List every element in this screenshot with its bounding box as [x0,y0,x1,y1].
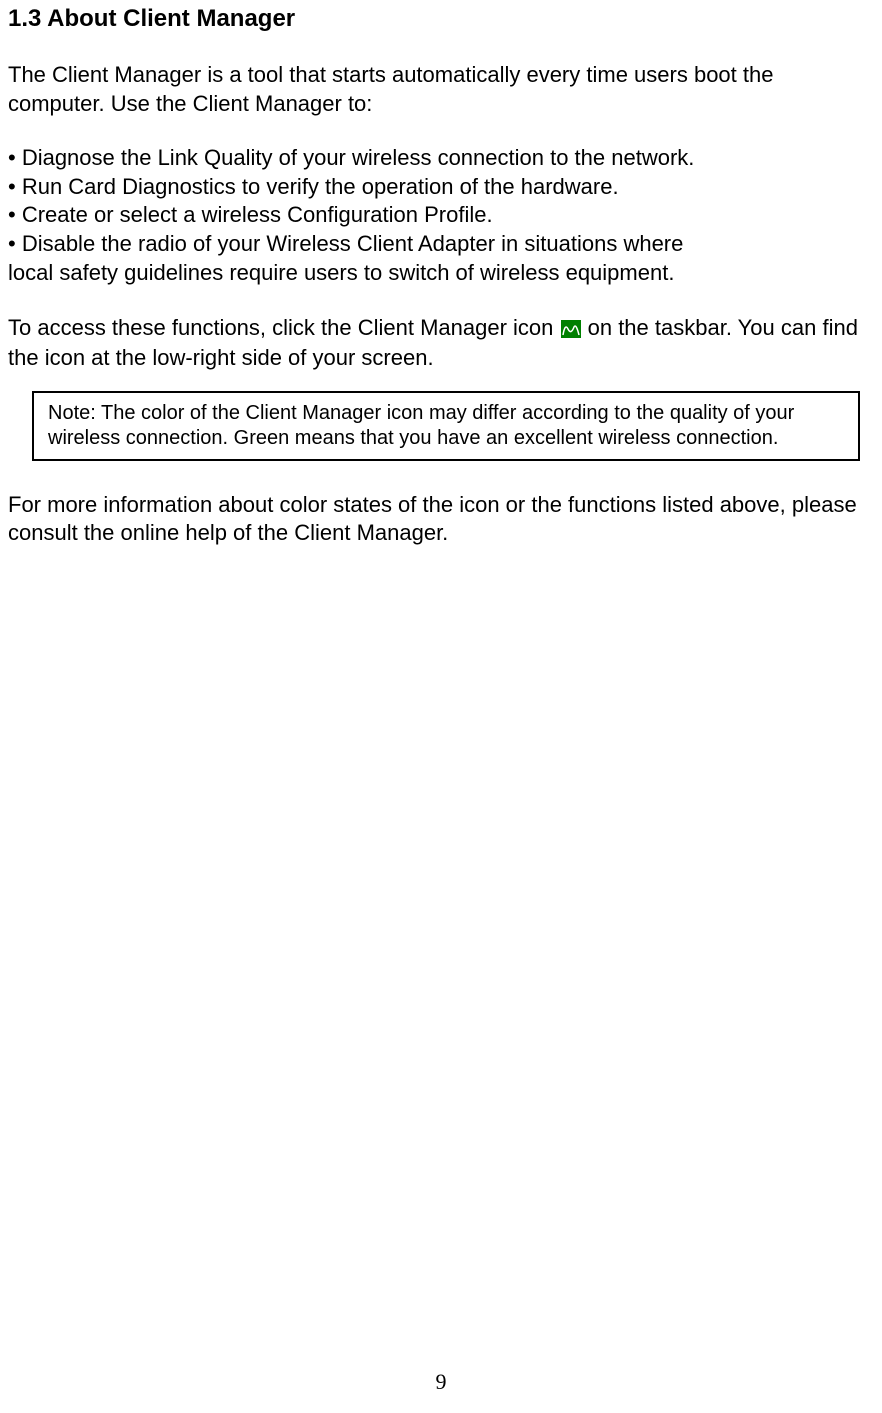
bullet-item: • Disable the radio of your Wireless Cli… [8,230,874,259]
note-box: Note: The color of the Client Manager ic… [32,391,860,461]
client-manager-icon [561,320,581,338]
access-paragraph: To access these functions, click the Cli… [8,313,874,372]
bullet-item: • Create or select a wireless Configurat… [8,201,874,230]
access-text-before: To access these functions, click the Cli… [8,315,560,340]
section-heading: 1.3 About Client Manager [8,5,874,33]
bullet-list: • Diagnose the Link Quality of your wire… [8,144,874,287]
bullet-item: local safety guidelines require users to… [8,259,874,288]
page-number: 9 [0,1369,882,1395]
bullet-item: • Diagnose the Link Quality of your wire… [8,144,874,173]
bullet-item: • Run Card Diagnostics to verify the ope… [8,173,874,202]
note-text: Note: The color of the Client Manager ic… [48,401,844,451]
closing-paragraph: For more information about color states … [8,491,874,548]
intro-paragraph: The Client Manager is a tool that starts… [8,61,874,118]
